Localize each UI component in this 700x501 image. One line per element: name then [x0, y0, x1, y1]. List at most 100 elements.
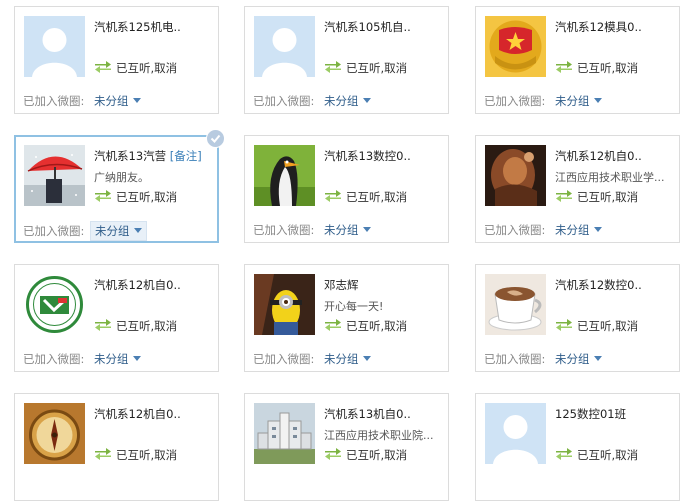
follow-status: 已互听,取消	[555, 189, 638, 205]
user-name[interactable]: 125数控01班	[555, 406, 626, 422]
user-name[interactable]: 汽机系12数控0..	[555, 277, 642, 293]
group-dropdown[interactable]: 未分组	[551, 221, 606, 239]
follow-status: 已互听,取消	[324, 189, 407, 205]
user-card: 汽机系12机自0.. 江西应用技术职业学... 已互听,取消 已加入微圈: 未分…	[475, 135, 680, 243]
group-row: 已加入微圈: 未分组	[484, 221, 606, 239]
avatar[interactable]	[254, 16, 315, 77]
follow-status: 已互听,取消	[324, 447, 407, 463]
group-row: 已加入微圈: 未分组	[484, 92, 606, 110]
user-name[interactable]: 汽机系13数控0..	[324, 148, 411, 164]
building-photo	[254, 403, 315, 464]
group-label: 已加入微圈:	[253, 223, 315, 237]
minion-photo	[254, 274, 315, 335]
group-label: 已加入微圈:	[23, 224, 85, 238]
mutual-follow-icon	[325, 61, 341, 73]
group-dropdown[interactable]: 未分组	[320, 350, 375, 368]
cancel-follow-link[interactable]: 取消	[615, 319, 638, 333]
group-dropdown[interactable]: 未分组	[320, 221, 375, 239]
avatar[interactable]	[254, 403, 315, 464]
caret-down-icon	[593, 356, 602, 361]
caret-down-icon	[133, 228, 142, 233]
default-avatar-icon	[254, 16, 315, 77]
group-row: 已加入微圈: 未分组	[253, 350, 375, 368]
user-name[interactable]: 汽机系12机自0..	[94, 406, 181, 422]
red-umbrella-photo	[24, 145, 85, 206]
group-dropdown[interactable]: 未分组	[90, 350, 145, 368]
mutual-follow-icon	[556, 319, 572, 331]
avatar[interactable]	[24, 274, 85, 335]
follow-status: 已互听,取消	[94, 318, 177, 334]
avatar[interactable]	[485, 145, 546, 206]
group-row: 已加入微圈: 未分组	[253, 221, 375, 239]
user-name[interactable]: 汽机系13汽营 [备注]	[94, 148, 202, 164]
cancel-follow-link[interactable]: 取消	[384, 448, 407, 462]
group-label: 已加入微圈:	[484, 94, 546, 108]
cancel-follow-link[interactable]: 取消	[154, 190, 177, 204]
add-note-link[interactable]: [备注]	[170, 149, 202, 163]
avatar[interactable]	[485, 16, 546, 77]
painting-photo	[485, 145, 546, 206]
group-row: 已加入微圈: 未分组	[484, 350, 606, 368]
cancel-follow-link[interactable]: 取消	[154, 61, 177, 75]
youth-league-emblem-icon	[485, 16, 546, 77]
cancel-follow-link[interactable]: 取消	[615, 190, 638, 204]
caret-down-icon	[132, 356, 141, 361]
mutual-follow-icon	[325, 448, 341, 460]
mutual-follow-icon	[325, 319, 341, 331]
follow-status: 已互听,取消	[555, 447, 638, 463]
avatar[interactable]	[254, 145, 315, 206]
user-name[interactable]: 汽机系12模具0..	[555, 19, 642, 35]
group-dropdown[interactable]: 未分组	[320, 92, 375, 110]
selected-check-icon[interactable]	[206, 129, 225, 148]
cancel-follow-link[interactable]: 取消	[384, 190, 407, 204]
follow-status: 已互听,取消	[94, 60, 177, 76]
user-name[interactable]: 邓志辉	[324, 277, 359, 293]
follow-list: 汽机系125机电.. 已互听,取消 已加入微圈: 未分组 汽机系105机自.. …	[0, 0, 700, 501]
avatar[interactable]	[254, 274, 315, 335]
user-description: 江西应用技术职业院...	[324, 429, 434, 442]
mutual-follow-icon	[556, 190, 572, 202]
user-card: 汽机系13机自0.. 江西应用技术职业院... 已互听,取消	[244, 393, 449, 501]
user-card: 汽机系12数控0.. 已互听,取消 已加入微圈: 未分组	[475, 264, 680, 372]
cancel-follow-link[interactable]: 取消	[615, 61, 638, 75]
group-row: 已加入微圈: 未分组	[23, 92, 145, 110]
compass-photo	[24, 403, 85, 464]
cancel-follow-link[interactable]: 取消	[384, 319, 407, 333]
follow-status: 已互听,取消	[555, 60, 638, 76]
avatar[interactable]	[485, 274, 546, 335]
user-name[interactable]: 汽机系105机自..	[324, 19, 411, 35]
cancel-follow-link[interactable]: 取消	[384, 61, 407, 75]
cancel-follow-link[interactable]: 取消	[154, 448, 177, 462]
user-card: 汽机系12机自0.. 已互听,取消 已加入微圈: 未分组	[14, 264, 219, 372]
cancel-follow-link[interactable]: 取消	[154, 319, 177, 333]
follow-status: 已互听,取消	[324, 318, 407, 334]
user-name[interactable]: 汽机系13机自0..	[324, 406, 411, 422]
mutual-follow-icon	[95, 61, 111, 73]
follow-status: 已互听,取消	[324, 60, 407, 76]
group-label: 已加入微圈:	[484, 352, 546, 366]
default-avatar-icon	[24, 16, 85, 77]
college-logo-icon	[24, 274, 85, 335]
mutual-follow-icon	[95, 190, 111, 202]
user-card: 汽机系12模具0.. 已互听,取消 已加入微圈: 未分组	[475, 6, 680, 114]
user-card-selected[interactable]: 汽机系13汽营 [备注] 广纳朋友。 已互听,取消 已加入微圈: 未分组	[14, 129, 225, 243]
group-dropdown[interactable]: 未分组	[551, 350, 606, 368]
avatar[interactable]	[24, 16, 85, 77]
user-description: 江西应用技术职业学...	[555, 171, 665, 184]
avatar[interactable]	[24, 145, 85, 206]
group-dropdown[interactable]: 未分组	[90, 221, 147, 241]
user-name[interactable]: 汽机系125机电..	[94, 19, 181, 35]
user-description: 广纳朋友。	[94, 171, 149, 184]
avatar[interactable]	[24, 403, 85, 464]
user-name[interactable]: 汽机系12机自0..	[555, 148, 642, 164]
group-label: 已加入微圈:	[484, 223, 546, 237]
follow-status: 已互听,取消	[555, 318, 638, 334]
coffee-cup-photo	[485, 274, 546, 335]
group-dropdown[interactable]: 未分组	[90, 92, 145, 110]
user-name[interactable]: 汽机系12机自0..	[94, 277, 181, 293]
mutual-follow-icon	[556, 448, 572, 460]
avatar[interactable]	[485, 403, 546, 464]
cancel-follow-link[interactable]: 取消	[615, 448, 638, 462]
group-dropdown[interactable]: 未分组	[551, 92, 606, 110]
user-card: 汽机系125机电.. 已互听,取消 已加入微圈: 未分组	[14, 6, 219, 114]
